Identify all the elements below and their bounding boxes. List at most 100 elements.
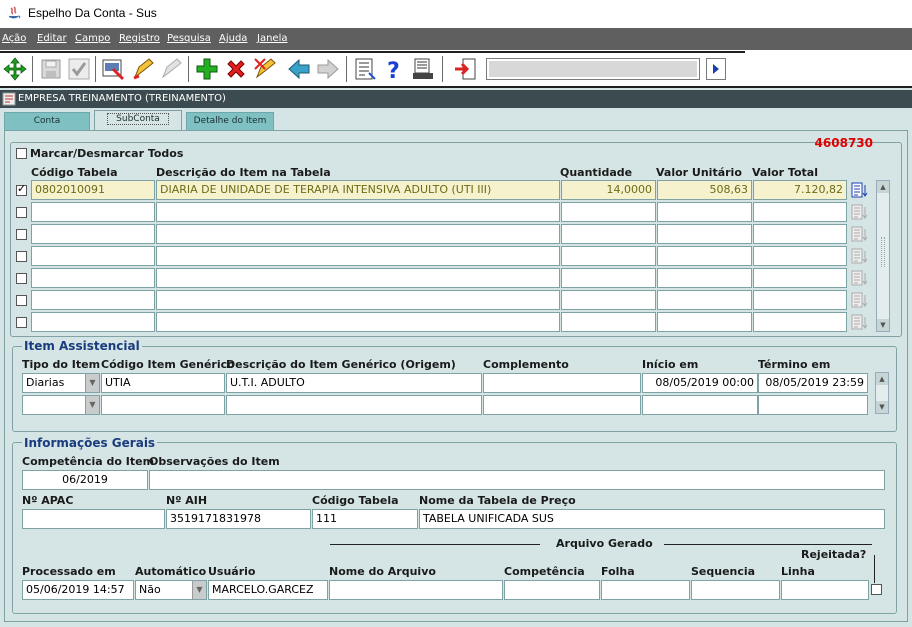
dropdown-arrow-icon[interactable]: ▼ xyxy=(85,396,99,414)
codigo-tabela-cell[interactable] xyxy=(31,312,155,332)
detail-list-icon[interactable] xyxy=(850,181,870,199)
exit-icon[interactable] xyxy=(452,55,478,83)
valor-unitario-cell[interactable] xyxy=(657,224,752,244)
detail-list-icon[interactable] xyxy=(850,313,870,331)
descricao-item-cell[interactable] xyxy=(156,202,560,222)
usuario-field[interactable]: MARCELO.GARCEZ xyxy=(208,580,328,600)
next-arrow-icon[interactable] xyxy=(315,55,341,83)
descricao-generico-field[interactable]: U.T.I. ADULTO xyxy=(226,373,482,393)
menu-editar[interactable]: Editar xyxy=(37,33,67,44)
tab-detalhe-item[interactable]: Detalhe do Item xyxy=(186,112,274,130)
quantidade-cell[interactable] xyxy=(561,246,656,266)
scroll-down-icon[interactable]: ▼ xyxy=(877,319,889,331)
report-icon[interactable] xyxy=(410,55,436,83)
quantidade-cell[interactable] xyxy=(561,268,656,288)
observacoes-field[interactable] xyxy=(149,470,885,490)
detail-list-icon[interactable] xyxy=(850,291,870,309)
tab-conta[interactable]: Conta xyxy=(4,112,90,130)
codigo-generico-field[interactable] xyxy=(101,395,225,415)
move-icon[interactable] xyxy=(2,55,28,83)
valor-total-cell[interactable] xyxy=(753,202,847,222)
tipo-item-select[interactable]: Diarias ▼ xyxy=(22,373,100,393)
valor-unitario-cell[interactable] xyxy=(657,268,752,288)
select-all-checkbox[interactable] xyxy=(16,148,27,159)
add-icon[interactable] xyxy=(194,55,220,83)
codigo-tabela-field[interactable]: 111 xyxy=(312,509,418,529)
codigo-generico-field[interactable]: UTIA xyxy=(101,373,225,393)
aih-field[interactable]: 3519171831978 xyxy=(166,509,311,529)
tab-subconta[interactable]: SubConta xyxy=(94,110,182,131)
detail-list-icon[interactable] xyxy=(850,203,870,221)
edit-disabled-icon[interactable] xyxy=(158,55,184,83)
codigo-tabela-cell[interactable] xyxy=(31,290,155,310)
tipo-item-select[interactable]: ▼ xyxy=(22,395,100,415)
scroll-up-icon[interactable]: ▲ xyxy=(877,181,889,193)
valor-unitario-cell[interactable] xyxy=(657,312,752,332)
valor-unitario-cell[interactable] xyxy=(657,202,752,222)
competencia-field[interactable]: 06/2019 xyxy=(22,470,148,490)
menu-campo[interactable]: Campo xyxy=(75,33,110,44)
descricao-item-cell[interactable]: DIARIA DE UNIDADE DE TERAPIA INTENSIVA A… xyxy=(156,180,560,200)
descricao-item-cell[interactable] xyxy=(156,312,560,332)
automatico-select[interactable]: Não ▼ xyxy=(135,580,207,600)
quantidade-cell[interactable] xyxy=(561,202,656,222)
save-icon[interactable] xyxy=(38,55,64,83)
codigo-tabela-cell[interactable] xyxy=(31,224,155,244)
detail-list-icon[interactable] xyxy=(850,269,870,287)
menu-acao[interactable]: Ação xyxy=(2,33,26,44)
menu-pesquisa[interactable]: Pesquisa xyxy=(167,33,211,44)
valor-total-cell[interactable] xyxy=(753,224,847,244)
termino-field[interactable]: 08/05/2019 23:59 xyxy=(758,373,868,393)
inicio-field[interactable] xyxy=(642,395,758,415)
row-checkbox[interactable] xyxy=(16,251,27,262)
help-icon[interactable]: ? xyxy=(381,55,407,83)
valor-total-cell[interactable]: 7.120,82 xyxy=(753,180,847,200)
clear-icon[interactable] xyxy=(252,55,278,83)
quantidade-cell[interactable] xyxy=(561,312,656,332)
competencia-arq-field[interactable] xyxy=(504,580,600,600)
row-checkbox[interactable] xyxy=(16,207,27,218)
descricao-generico-field[interactable] xyxy=(226,395,482,415)
codigo-tabela-cell[interactable] xyxy=(31,246,155,266)
rejeitada-checkbox[interactable] xyxy=(871,584,882,595)
menu-ajuda[interactable]: Ajuda xyxy=(219,33,247,44)
row-checkbox[interactable] xyxy=(16,229,27,240)
processado-field[interactable]: 05/06/2019 14:57 xyxy=(22,580,134,600)
termino-field[interactable] xyxy=(758,395,868,415)
detail-list-icon[interactable] xyxy=(850,225,870,243)
sequencia-field[interactable] xyxy=(691,580,780,600)
valor-total-cell[interactable] xyxy=(753,290,847,310)
row-checkbox[interactable] xyxy=(16,273,27,284)
list-icon[interactable] xyxy=(352,55,378,83)
valor-unitario-cell[interactable] xyxy=(657,246,752,266)
menu-registro[interactable]: Registro xyxy=(119,33,160,44)
dropdown-arrow-icon[interactable]: ▼ xyxy=(85,374,99,392)
descricao-item-cell[interactable] xyxy=(156,268,560,288)
codigo-tabela-cell[interactable] xyxy=(31,202,155,222)
scroll-down-icon[interactable]: ▼ xyxy=(876,401,888,413)
quantidade-cell[interactable]: 14,0000 xyxy=(561,180,656,200)
codigo-tabela-cell[interactable]: 0802010091 xyxy=(31,180,155,200)
edit-pencil-icon[interactable] xyxy=(130,55,156,83)
descricao-item-cell[interactable] xyxy=(156,246,560,266)
menu-janela[interactable]: Janela xyxy=(257,33,287,44)
scroll-up-icon[interactable]: ▲ xyxy=(876,373,888,385)
detail-list-icon[interactable] xyxy=(850,247,870,265)
inicio-field[interactable]: 08/05/2019 00:00 xyxy=(642,373,758,393)
folha-field[interactable] xyxy=(601,580,690,600)
quantidade-cell[interactable] xyxy=(561,224,656,244)
row-checkbox[interactable] xyxy=(16,295,27,306)
complemento-field[interactable] xyxy=(483,395,641,415)
delete-icon[interactable] xyxy=(223,55,249,83)
items-scrollbar[interactable]: ▲ ▼ xyxy=(876,180,890,332)
valor-total-cell[interactable] xyxy=(753,246,847,266)
print-screen-icon[interactable] xyxy=(100,55,126,83)
row-checkbox[interactable] xyxy=(16,182,27,196)
valor-unitario-cell[interactable] xyxy=(657,290,752,310)
accept-icon[interactable] xyxy=(66,55,92,83)
apac-field[interactable] xyxy=(22,509,165,529)
row-checkbox[interactable] xyxy=(16,317,27,328)
linha-field[interactable] xyxy=(781,580,869,600)
descricao-item-cell[interactable] xyxy=(156,290,560,310)
nome-arquivo-field[interactable] xyxy=(329,580,503,600)
